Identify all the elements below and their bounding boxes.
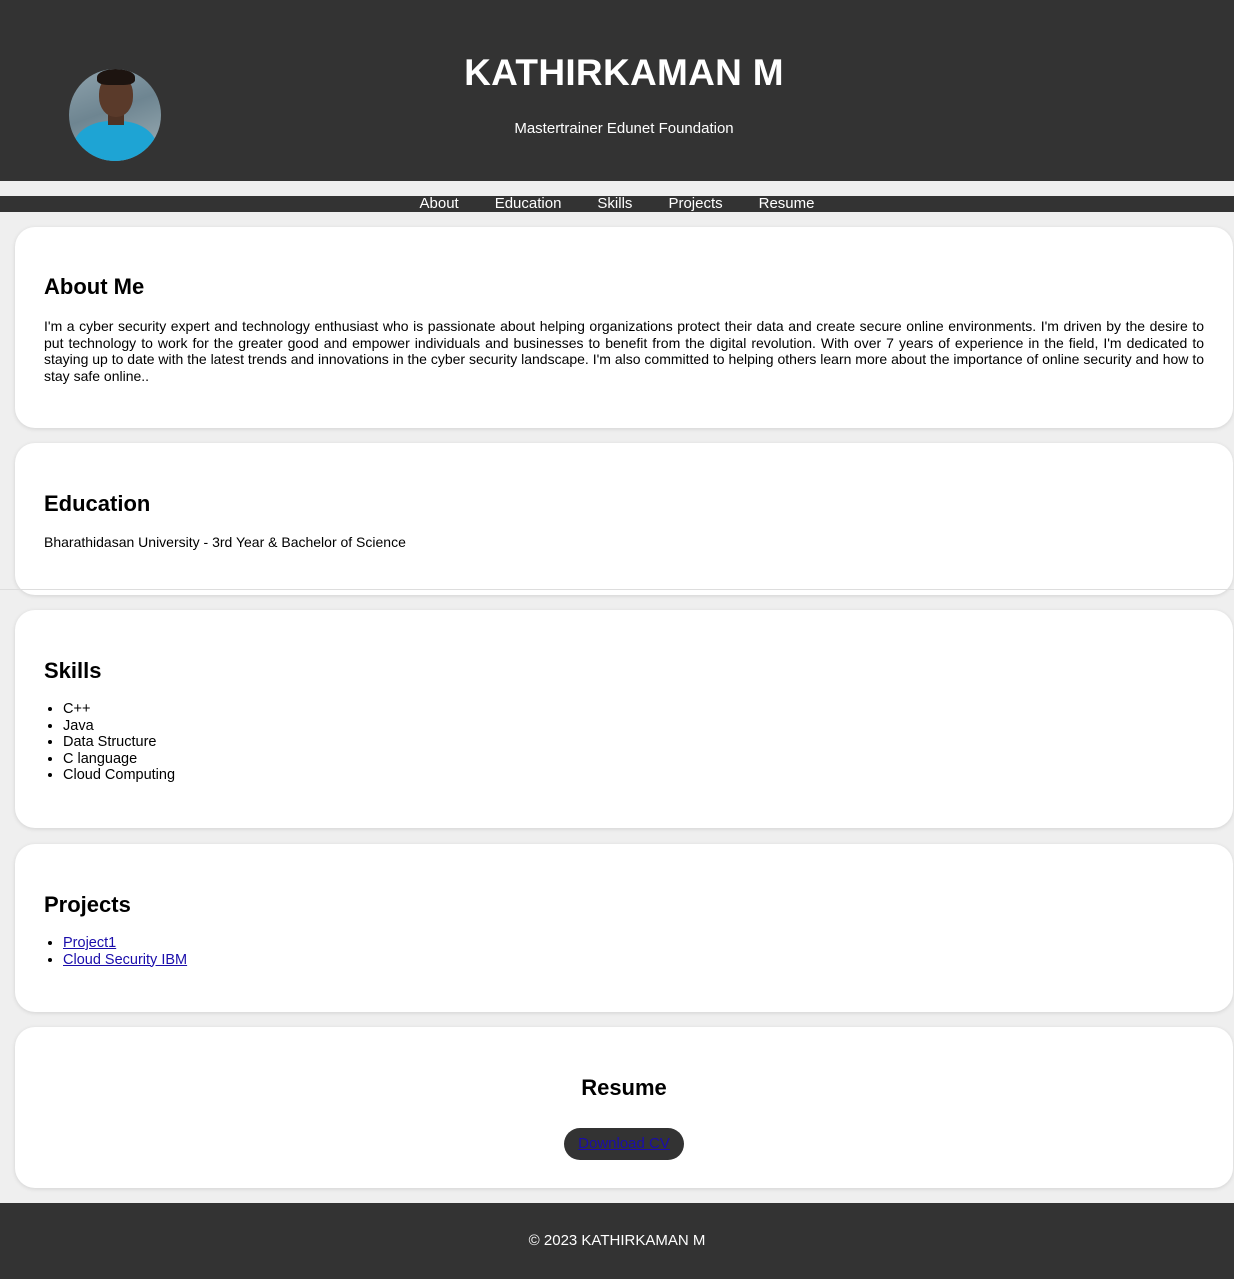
project-item: Project1 — [63, 935, 187, 952]
site-header: KATHIRKAMAN M Mastertrainer Edunet Found… — [0, 0, 1234, 181]
resume-section: Resume Download CV — [15, 1027, 1233, 1188]
skill-item: Cloud Computing — [63, 767, 175, 784]
nav-link-resume[interactable]: Resume — [759, 196, 815, 212]
skill-item: Java — [63, 718, 175, 735]
about-heading: About Me — [44, 274, 145, 299]
project-link-cloud-security-ibm[interactable]: Cloud Security IBM — [63, 952, 187, 968]
about-section: About Me I'm a cyber security expert and… — [15, 227, 1233, 428]
project-link-project1[interactable]: Project1 — [63, 935, 116, 951]
section-divider — [0, 589, 1234, 590]
projects-section: Projects Project1 Cloud Security IBM — [15, 844, 1233, 1012]
main-nav: About Education Skills Projects Resume — [0, 196, 1234, 212]
site-footer: © 2023 KATHIRKAMAN M — [0, 1203, 1234, 1279]
education-section: Education Bharathidasan University - 3rd… — [15, 443, 1233, 595]
education-text: Bharathidasan University - 3rd Year & Ba… — [44, 534, 406, 550]
skills-heading: Skills — [44, 658, 102, 683]
footer-copyright: © 2023 KATHIRKAMAN M — [528, 1232, 706, 1249]
skill-item: C language — [63, 751, 175, 768]
download-cv-button[interactable]: Download CV — [564, 1128, 684, 1160]
about-text: I'm a cyber security expert and technolo… — [44, 318, 1204, 384]
education-heading: Education — [44, 491, 151, 516]
nav-link-education[interactable]: Education — [495, 196, 562, 212]
skills-section: Skills C++ Java Data Structure C languag… — [15, 610, 1233, 828]
projects-heading: Projects — [44, 892, 131, 917]
nav-link-about[interactable]: About — [420, 196, 459, 212]
skill-item: Data Structure — [63, 734, 175, 751]
site-subtitle: Mastertrainer Edunet Foundation — [514, 120, 734, 137]
resume-heading: Resume — [581, 1075, 667, 1100]
nav-link-skills[interactable]: Skills — [597, 196, 632, 212]
nav-link-projects[interactable]: Projects — [668, 196, 722, 212]
project-item: Cloud Security IBM — [63, 952, 187, 969]
projects-list: Project1 Cloud Security IBM — [63, 935, 187, 968]
skill-item: C++ — [63, 701, 175, 718]
site-title: KATHIRKAMAN M — [464, 52, 784, 93]
skills-list: C++ Java Data Structure C language Cloud… — [63, 701, 175, 784]
